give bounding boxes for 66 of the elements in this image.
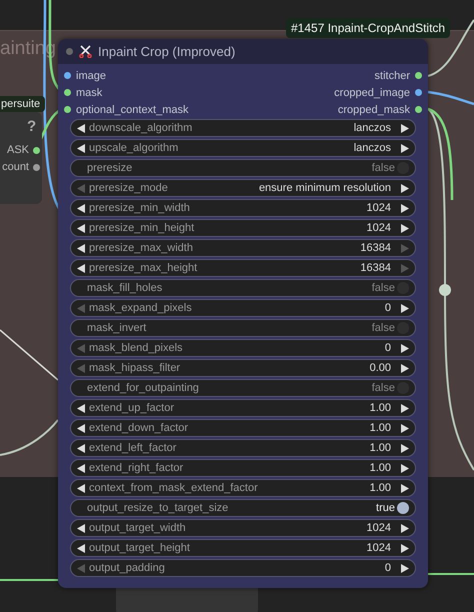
increment-arrow-icon[interactable]	[401, 124, 409, 132]
number-widget[interactable]: context_from_mask_extend_factor 1.00	[70, 479, 416, 497]
number-widget[interactable]: mask_blend_pixels 0	[70, 339, 416, 357]
increment-arrow-icon[interactable]	[401, 184, 409, 192]
combo-widget[interactable]: preresize_mode ensure minimum resolution	[70, 179, 416, 197]
decrement-arrow-icon[interactable]	[77, 264, 85, 272]
input-slot[interactable]: optional_context_mask	[64, 101, 189, 118]
number-widget[interactable]: preresize_max_width 16384	[70, 239, 416, 257]
output-slot[interactable]: cropped_mask	[338, 101, 422, 118]
number-widget[interactable]: mask_expand_pixels 0	[70, 299, 416, 317]
increment-arrow-icon[interactable]	[401, 544, 409, 552]
increment-arrow-icon[interactable]	[401, 204, 409, 212]
toggle-widget[interactable]: mask_fill_holes false	[70, 279, 416, 297]
output-slot[interactable]: count	[2, 161, 40, 173]
increment-arrow-icon[interactable]	[401, 564, 409, 572]
node-id-badge: #1457 Inpaint-CropAndStitch	[286, 18, 450, 38]
decrement-arrow-icon[interactable]	[77, 204, 85, 212]
decrement-arrow-icon[interactable]	[77, 444, 85, 452]
number-widget[interactable]: output_target_height 1024	[70, 539, 416, 557]
increment-arrow-icon[interactable]	[401, 364, 409, 372]
decrement-arrow-icon[interactable]	[77, 124, 85, 132]
number-widget[interactable]: extend_right_factor 1.00	[70, 459, 416, 477]
increment-arrow-icon[interactable]	[401, 304, 409, 312]
increment-arrow-icon[interactable]	[401, 344, 409, 352]
help-button[interactable]: ?	[27, 118, 36, 135]
decrement-arrow-icon[interactable]	[77, 464, 85, 472]
number-widget[interactable]: preresize_min_height 1024	[70, 219, 416, 237]
decrement-arrow-icon[interactable]	[77, 244, 85, 252]
decrement-arrow-icon[interactable]	[77, 544, 85, 552]
toggle-widget[interactable]: preresize false	[70, 159, 416, 177]
scissors-icon	[79, 45, 92, 58]
number-widget[interactable]: extend_up_factor 1.00	[70, 399, 416, 417]
combo-widget[interactable]: upscale_algorithm lanczos	[70, 139, 416, 157]
number-widget[interactable]: mask_hipass_filter 0.00	[70, 359, 416, 377]
node-badge: persuite	[0, 96, 46, 112]
output-slot[interactable]: stitcher	[374, 67, 422, 84]
decrement-arrow-icon[interactable]	[77, 484, 85, 492]
decrement-arrow-icon[interactable]	[77, 144, 85, 152]
number-widget[interactable]: output_target_width 1024	[70, 519, 416, 537]
increment-arrow-icon[interactable]	[401, 144, 409, 152]
output-slot[interactable]: ASK	[6, 144, 40, 156]
increment-arrow-icon[interactable]	[401, 424, 409, 432]
increment-arrow-icon[interactable]	[401, 484, 409, 492]
input-slot[interactable]: mask	[64, 84, 102, 101]
number-widget[interactable]: output_padding 0	[70, 559, 416, 577]
combo-widget[interactable]: downscale_algorithm lanczos	[70, 119, 416, 137]
node-title: Inpaint Crop (Improved)	[98, 44, 236, 59]
toggle-widget[interactable]: extend_for_outpainting false	[70, 379, 416, 397]
toggle-widget[interactable]: output_resize_to_target_size true	[70, 499, 416, 517]
increment-arrow-icon[interactable]	[401, 224, 409, 232]
collapse-dot-icon[interactable]	[66, 48, 73, 55]
decrement-arrow-icon[interactable]	[77, 424, 85, 432]
toggle-widget[interactable]: mask_invert false	[70, 319, 416, 337]
output-slot[interactable]: cropped_image	[334, 84, 422, 101]
decrement-arrow-icon[interactable]	[77, 524, 85, 532]
decrement-arrow-icon[interactable]	[77, 404, 85, 412]
number-widget[interactable]: preresize_max_height 16384	[70, 259, 416, 277]
increment-arrow-icon[interactable]	[401, 404, 409, 412]
input-slot[interactable]: image	[64, 67, 106, 84]
decrement-arrow-icon[interactable]	[77, 224, 85, 232]
number-widget[interactable]: extend_down_factor 1.00	[70, 419, 416, 437]
increment-arrow-icon[interactable]	[401, 524, 409, 532]
increment-arrow-icon[interactable]	[401, 444, 409, 452]
increment-arrow-icon[interactable]	[401, 464, 409, 472]
number-widget[interactable]: preresize_min_width 1024	[70, 199, 416, 217]
number-widget[interactable]: extend_left_factor 1.00	[70, 439, 416, 457]
